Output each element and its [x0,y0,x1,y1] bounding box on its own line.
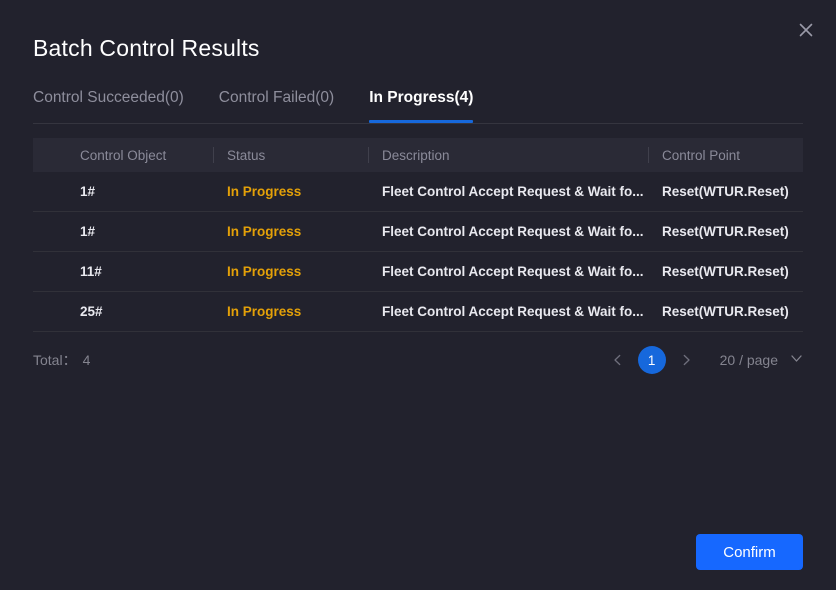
cell-control-point: Reset(WTUR.Reset) [662,184,789,199]
cell-control-object: 1# [80,224,96,239]
cell-status: In Progress [227,304,302,319]
pagination-bar: Total： 4 1 20 / page [33,344,803,376]
chevron-right-icon[interactable] [672,346,700,374]
tab-control-succeeded[interactable]: Control Succeeded(0) [33,88,184,122]
page-title: Batch Control Results [33,35,260,61]
chevron-left-icon[interactable] [604,346,632,374]
cell-status: In Progress [227,184,302,199]
cell-description: Fleet Control Accept Request & Wait fo..… [382,264,644,279]
cell-control-point: Reset(WTUR.Reset) [662,264,789,279]
cell-control-object: 25# [80,304,103,319]
results-table: Control Object Status Description Contro… [33,138,803,332]
total-count: Total： 4 [33,350,90,370]
cell-description: Fleet Control Accept Request & Wait fo..… [382,304,644,319]
page-size-label: 20 / page [719,352,778,368]
cell-description: Fleet Control Accept Request & Wait fo..… [382,224,644,239]
tab-control-failed[interactable]: Control Failed(0) [219,88,334,122]
table-row: 25# In Progress Fleet Control Accept Req… [33,292,803,332]
chevron-down-icon [790,352,803,368]
column-header-control-object: Control Object [80,147,167,163]
cell-control-object: 1# [80,184,96,199]
cell-control-object: 11# [80,264,102,279]
page-number-1[interactable]: 1 [637,346,666,374]
table-row: 1# In Progress Fleet Control Accept Requ… [33,212,803,252]
cell-control-point: Reset(WTUR.Reset) [662,224,789,239]
tab-bar: Control Succeeded(0) Control Failed(0) I… [33,88,803,124]
cell-status: In Progress [227,264,302,279]
total-value: 4 [82,352,91,368]
page-size-select[interactable]: 20 / page [720,352,803,368]
close-icon[interactable] [794,18,818,42]
table-row: 1# In Progress Fleet Control Accept Requ… [33,172,803,212]
confirm-button[interactable]: Confirm [696,534,803,570]
cell-control-point: Reset(WTUR.Reset) [662,304,789,319]
cell-description: Fleet Control Accept Request & Wait fo..… [382,184,644,199]
total-label: Total： [33,352,77,368]
tab-in-progress[interactable]: In Progress(4) [369,88,474,123]
batch-control-results-dialog: Batch Control Results Control Succeeded(… [0,0,836,590]
table-header-row: Control Object Status Description Contro… [33,138,803,172]
column-header-description: Description [368,138,648,172]
cell-status: In Progress [227,224,302,239]
column-header-control-point: Control Point [648,138,803,172]
column-header-status: Status [213,138,368,172]
table-row: 11# In Progress Fleet Control Accept Req… [33,252,803,292]
